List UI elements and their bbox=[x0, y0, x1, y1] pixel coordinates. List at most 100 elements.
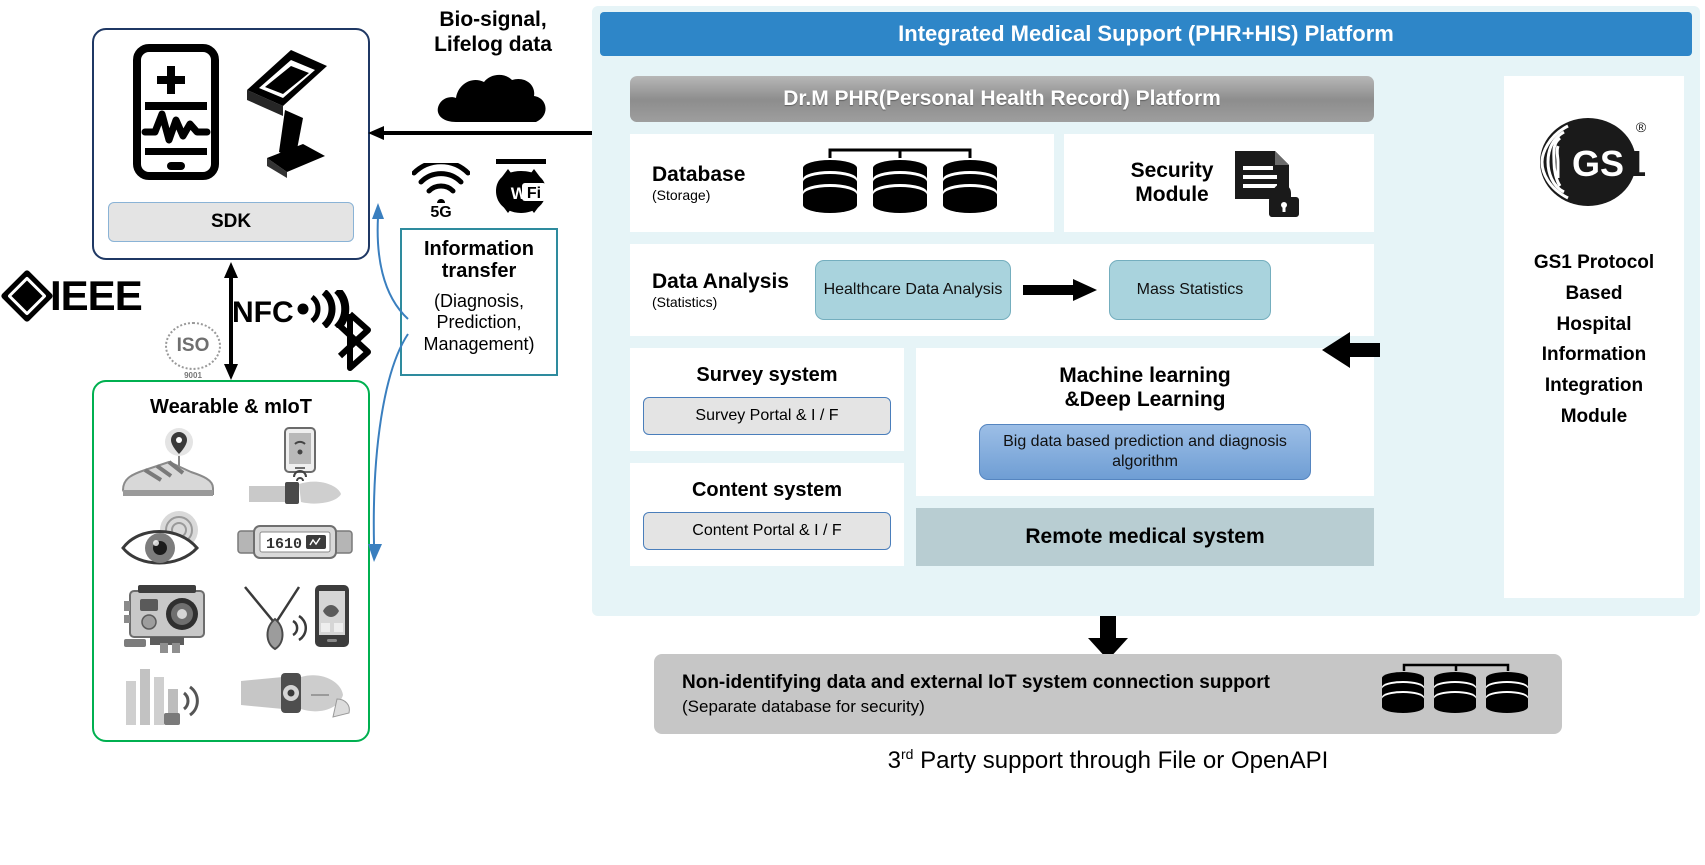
gs1-integration-arrow bbox=[1322, 332, 1380, 368]
integrated-platform-panel: Integrated Medical Support (PHR+HIS) Pla… bbox=[592, 6, 1700, 616]
mass-statistics-box[interactable]: Mass Statistics bbox=[1108, 260, 1271, 320]
database-security-row: Database (Storage) Security Module bbox=[630, 134, 1374, 232]
gs1-line: Integration bbox=[1544, 375, 1644, 397]
info-transfer-subtitle: (Diagnosis, Prediction, Management) bbox=[423, 290, 535, 354]
gs1-line: Module bbox=[1560, 405, 1628, 427]
svg-text:GS: GS bbox=[1572, 143, 1624, 184]
systems-row: Survey system Survey Portal & I / F Cont… bbox=[630, 348, 1374, 566]
smart-watch-phone-icon bbox=[248, 427, 341, 504]
non-identifying-line2: (Separate database for security) bbox=[682, 696, 925, 716]
svg-text:Fi: Fi bbox=[527, 185, 541, 202]
signal-sensor-icon bbox=[125, 669, 199, 725]
iso-logo: ISO 9001 bbox=[160, 322, 226, 380]
wearable-panel: Wearable & mIoT 1610 bbox=[92, 380, 370, 742]
smartphone-ecg-icon bbox=[133, 44, 219, 180]
wearable-item bbox=[231, 426, 358, 504]
caption-sup: rd bbox=[901, 746, 914, 762]
wearable-item bbox=[231, 580, 358, 656]
content-portal-button[interactable]: Content Portal & I / F bbox=[643, 512, 891, 550]
wearable-item bbox=[231, 656, 358, 732]
iso-ring-icon: ISO bbox=[165, 322, 221, 370]
phr-platform-stack: Dr.M PHR(Personal Health Record) Platfor… bbox=[630, 76, 1374, 598]
data-analysis-row: Data Analysis (Statistics) Healthcare Da… bbox=[630, 244, 1374, 336]
big-data-algorithm-box[interactable]: Big data based prediction and diagnosis … bbox=[979, 423, 1311, 480]
cloud-icon bbox=[437, 74, 546, 122]
database-label: Database (Storage) bbox=[652, 163, 745, 202]
downlink-curve-arrow bbox=[368, 333, 409, 562]
caption-post: Party support through File or OpenAPI bbox=[913, 747, 1329, 774]
third-party-caption: 3rd Party support through File or OpenAP… bbox=[654, 746, 1562, 775]
svg-text:1: 1 bbox=[1626, 143, 1646, 184]
action-camera-icon bbox=[123, 585, 205, 653]
nfc-label: NFC bbox=[232, 296, 294, 329]
phr-platform-title: Dr.M PHR(Personal Health Record) Platfor… bbox=[630, 76, 1374, 122]
remote-medical-system-card: Remote medical system bbox=[916, 508, 1374, 566]
healthcare-data-analysis-box[interactable]: Healthcare Data Analysis bbox=[814, 260, 1011, 320]
database-card: Database (Storage) bbox=[630, 134, 1054, 232]
sdk-box[interactable]: SDK bbox=[108, 202, 354, 242]
bio-signal-line1: Bio-signal, bbox=[439, 8, 547, 31]
device-wearable-link-arrow bbox=[224, 262, 238, 380]
gs1-line: GS1 Protocol bbox=[1533, 252, 1655, 273]
5g-signal-icon bbox=[411, 159, 471, 207]
gs1-line: Information bbox=[1541, 344, 1647, 366]
security-module-card: Security Module bbox=[1064, 134, 1374, 232]
survey-system-title: Survey system bbox=[696, 364, 838, 386]
5g-item: 5G bbox=[411, 159, 471, 222]
systems-right-column: Machine learning &Deep Learning Big data … bbox=[916, 348, 1374, 566]
ieee-logo: IEEE bbox=[0, 269, 143, 323]
gs1-module-label: GS1 Protocol Based Hospital Information … bbox=[1534, 248, 1654, 433]
systems-left-column: Survey system Survey Portal & I / F Cont… bbox=[630, 348, 904, 566]
bio-signal-label: Bio-signal, Lifelog data bbox=[404, 8, 582, 58]
document-lock-icon bbox=[1235, 151, 1300, 217]
fitness-band-1610-icon: 1610 bbox=[236, 525, 353, 559]
bio-signal-line2: Lifelog data bbox=[434, 32, 552, 56]
content-system-card: Content system Content Portal & I / F bbox=[630, 463, 904, 566]
data-analysis-label: Data Analysis (Statistics) bbox=[652, 270, 789, 309]
wearable-item bbox=[104, 426, 231, 504]
gs1-line: Hospital bbox=[1556, 313, 1632, 335]
kiosk-terminal-icon bbox=[247, 50, 327, 178]
caption-pre: 3 bbox=[887, 747, 901, 774]
wearable-panel-title: Wearable & mIoT bbox=[150, 396, 312, 418]
network-icons: 5G Wi Fi bbox=[398, 159, 568, 222]
iso-sub-label: 9001 bbox=[184, 371, 202, 380]
platform-title: Integrated Medical Support (PHR+HIS) Pla… bbox=[600, 12, 1692, 56]
wrist-sensor-icon bbox=[240, 673, 350, 718]
wearable-item bbox=[104, 504, 231, 580]
bio-data-flow-arrow bbox=[368, 126, 594, 140]
wifi-item: Wi Fi bbox=[488, 159, 554, 222]
separate-database-icon bbox=[1376, 661, 1562, 728]
data-analysis-subtitle: (Statistics) bbox=[652, 293, 718, 310]
information-transfer-box: Information transfer (Diagnosis, Predictio… bbox=[400, 228, 558, 376]
non-identifying-line1: Non-identifying data and external IoT sy… bbox=[682, 671, 1271, 693]
wearable-icon-grid: 1610 bbox=[104, 426, 358, 732]
database-cluster-icon bbox=[745, 144, 1054, 222]
analysis-flow-arrow bbox=[1022, 279, 1097, 301]
nfc-logo: NFC bbox=[232, 287, 350, 331]
gs1-line: Based bbox=[1565, 282, 1623, 304]
5g-label: 5G bbox=[430, 204, 452, 221]
wearable-item: 1610 bbox=[231, 504, 358, 580]
wearable-item bbox=[104, 656, 231, 732]
database-subtitle: (Storage) bbox=[652, 186, 711, 203]
database-title: Database bbox=[652, 163, 746, 187]
device-panel: SDK bbox=[92, 28, 370, 260]
info-transfer-title: Information transfer bbox=[424, 238, 534, 283]
non-identifying-data-text: Non-identifying data and external IoT sy… bbox=[654, 672, 1376, 717]
content-system-title: Content system bbox=[691, 479, 843, 501]
machine-learning-title: Machine learning &Deep Learning bbox=[1059, 364, 1231, 411]
device-icon-group bbox=[94, 38, 368, 186]
survey-system-card: Survey system Survey Portal & I / F bbox=[630, 348, 904, 451]
ieee-label: IEEE bbox=[50, 272, 143, 319]
svg-text:®: ® bbox=[1636, 119, 1647, 135]
smart-shoe-gps-icon bbox=[121, 428, 214, 496]
machine-learning-card: Machine learning &Deep Learning Big data … bbox=[916, 348, 1374, 496]
data-analysis-title: Data Analysis bbox=[652, 270, 789, 294]
survey-portal-button[interactable]: Survey Portal & I / F bbox=[643, 397, 891, 435]
svg-text:1610: 1610 bbox=[266, 536, 302, 553]
smart-contact-lens-eye-icon bbox=[120, 511, 199, 565]
gs1-module-panel: GS 1 ® GS1 Protocol Based Hospital Infor… bbox=[1504, 76, 1684, 598]
security-module-title: Security Module bbox=[1130, 158, 1214, 206]
non-identifying-data-bar: Non-identifying data and external IoT sy… bbox=[654, 654, 1562, 734]
